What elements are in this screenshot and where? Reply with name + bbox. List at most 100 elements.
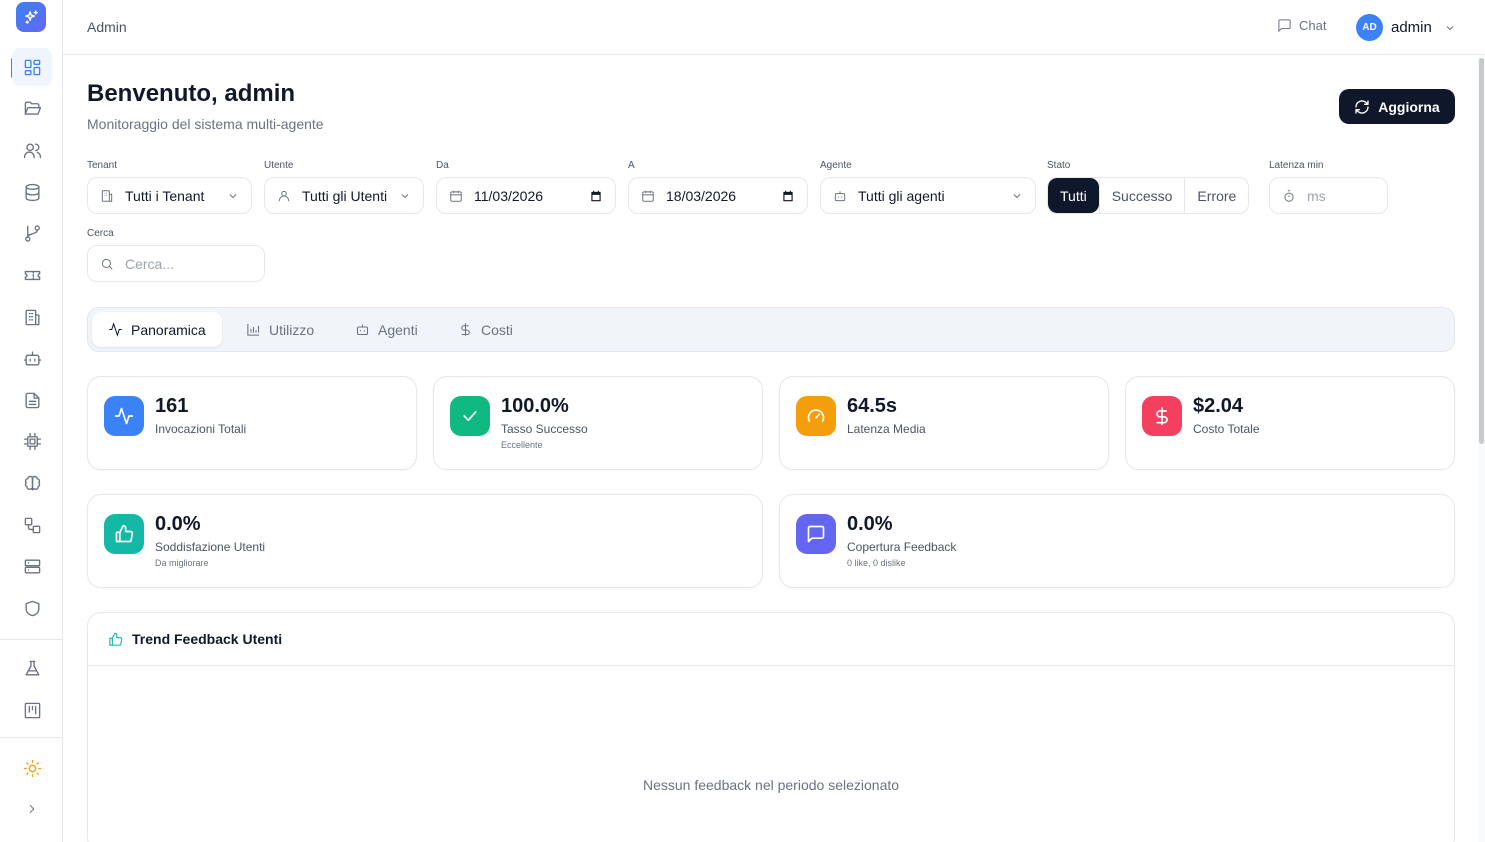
stat-card-satisfaction: 0.0% Soddisfazione Utenti Da migliorare xyxy=(87,494,763,588)
stat-icon-box xyxy=(1142,396,1182,436)
tab-label: Agenti xyxy=(378,321,418,338)
sidebar-item-agents[interactable] xyxy=(12,339,52,377)
sidebar-item-database[interactable] xyxy=(12,173,52,211)
feedback-trend-panel: Trend Feedback Utenti Nessun feedback ne… xyxy=(87,612,1455,842)
stat-value: 100.0% xyxy=(501,395,569,417)
sidebar-expand-button[interactable] xyxy=(12,790,52,828)
chevron-down-icon xyxy=(229,193,237,198)
stat-card-invocations: 161 Invocazioni Totali xyxy=(87,376,417,470)
sidebar-item-security[interactable] xyxy=(12,589,52,627)
thumbs-up-icon xyxy=(115,524,134,543)
latency-filter-label: Latenza min xyxy=(1269,160,1324,171)
sidebar-item-servers[interactable] xyxy=(12,547,52,585)
sidebar-item-projects[interactable] xyxy=(12,89,52,127)
status-option-all[interactable]: Tutti xyxy=(1048,178,1099,213)
user-select-value: Tutti gli Utenti xyxy=(302,187,388,204)
message-icon xyxy=(807,525,825,543)
tab-usage[interactable]: Utilizzo xyxy=(230,312,330,347)
app-logo[interactable] xyxy=(16,2,46,32)
tab-bar: Panoramica Utilizzo Agenti Costi xyxy=(87,307,1455,352)
dashboard-icon xyxy=(24,59,40,75)
sidebar-item-branches[interactable] xyxy=(12,214,52,252)
activity-icon xyxy=(114,407,134,425)
server-icon xyxy=(24,558,40,574)
page-subtitle: Monitoraggio del sistema multi-agente xyxy=(87,116,324,132)
breadcrumb[interactable]: Admin xyxy=(87,19,127,35)
stat-sublabel: Da migliorare xyxy=(155,558,209,568)
stat-label: Invocazioni Totali xyxy=(155,422,247,436)
user-menu[interactable]: AD admin xyxy=(1356,14,1456,41)
tab-label: Utilizzo xyxy=(269,321,315,338)
chevron-down-icon xyxy=(1446,25,1454,30)
page-title: Benvenuto, admin xyxy=(87,80,296,107)
sidebar-item-lab[interactable] xyxy=(12,649,52,687)
status-option-success[interactable]: Successo xyxy=(1098,178,1185,213)
search-icon xyxy=(101,258,113,270)
gauge-icon xyxy=(807,409,825,422)
git-branch-icon xyxy=(24,224,40,242)
panel-title: Trend Feedback Utenti xyxy=(132,631,283,647)
stat-value: 161 xyxy=(155,395,189,417)
tenant-filter-label: Tenant xyxy=(87,160,118,171)
sidebar-item-users[interactable] xyxy=(12,131,52,169)
chevron-right-icon xyxy=(29,805,35,813)
dollar-icon xyxy=(1156,406,1168,426)
stat-label: Copertura Feedback xyxy=(847,540,957,554)
bot-icon xyxy=(356,324,369,336)
scrollbar-thumb[interactable] xyxy=(1479,58,1484,444)
sidebar-item-tenants[interactable] xyxy=(12,298,52,336)
tab-label: Panoramica xyxy=(131,321,206,338)
sidebar-item-dashboard[interactable] xyxy=(12,48,52,86)
sidebar-item-documents[interactable] xyxy=(12,381,52,419)
sparkles-icon xyxy=(24,9,38,24)
bar-chart-icon xyxy=(247,323,260,336)
user-select[interactable]: Tutti gli Utenti xyxy=(264,177,424,214)
agent-select-value: Tutti gli agenti xyxy=(858,187,945,204)
sidebar-divider xyxy=(0,737,63,738)
stat-icon-box xyxy=(104,396,144,436)
brain-icon xyxy=(24,475,40,491)
stat-value: 64.5s xyxy=(847,395,898,417)
tenant-select[interactable]: Tutti i Tenant xyxy=(87,177,252,214)
folder-icon xyxy=(24,100,41,115)
sidebar-item-workflows[interactable] xyxy=(12,506,52,544)
panel-header: Trend Feedback Utenti xyxy=(88,613,1454,666)
sidebar-item-board[interactable] xyxy=(12,691,52,729)
chat-button[interactable]: Chat xyxy=(1277,18,1326,33)
stat-icon-box xyxy=(104,514,144,554)
tab-costs[interactable]: Costi xyxy=(442,312,529,347)
sidebar-item-knowledge[interactable] xyxy=(12,464,52,502)
to-date-input[interactable]: 18/03/2026 xyxy=(628,177,808,214)
activity-icon xyxy=(109,322,122,337)
stat-icon-box xyxy=(796,396,836,436)
stat-card-feedback-coverage: 0.0% Copertura Feedback 0 like, 0 dislik… xyxy=(779,494,1455,588)
check-icon xyxy=(463,411,477,421)
sun-icon xyxy=(23,759,41,777)
sidebar-item-tickets[interactable] xyxy=(12,256,52,294)
sidebar-item-models[interactable] xyxy=(12,422,52,460)
chat-label: Chat xyxy=(1299,18,1327,33)
flask-icon xyxy=(24,660,40,676)
tab-agents[interactable]: Agenti xyxy=(339,312,434,347)
status-filter-label: Stato xyxy=(1047,160,1071,171)
stat-value: 0.0% xyxy=(155,513,201,535)
from-date-label: Da xyxy=(436,160,449,171)
file-text-icon xyxy=(24,392,40,408)
agent-select[interactable]: Tutti gli agenti xyxy=(820,177,1036,214)
theme-toggle[interactable] xyxy=(12,749,52,787)
kanban-icon xyxy=(24,702,40,718)
calendar-picker-icon[interactable] xyxy=(781,189,795,203)
stat-sublabel: 0 like, 0 dislike xyxy=(847,558,906,568)
calendar-picker-icon[interactable] xyxy=(589,189,603,203)
refresh-label: Aggiorna xyxy=(1378,98,1440,115)
search-input[interactable]: Cerca... xyxy=(87,245,265,282)
status-option-error[interactable]: Errore xyxy=(1184,178,1248,213)
building-icon xyxy=(101,189,113,202)
stat-label: Soddisfazione Utenti xyxy=(155,540,266,554)
tab-overview[interactable]: Panoramica xyxy=(92,312,222,347)
agent-filter-label: Agente xyxy=(820,160,852,171)
from-date-input[interactable]: 11/03/2026 xyxy=(436,177,616,214)
refresh-button[interactable]: Aggiorna xyxy=(1339,89,1455,124)
stat-label: Tasso Successo xyxy=(501,422,588,436)
latency-input[interactable]: ms xyxy=(1269,177,1388,214)
